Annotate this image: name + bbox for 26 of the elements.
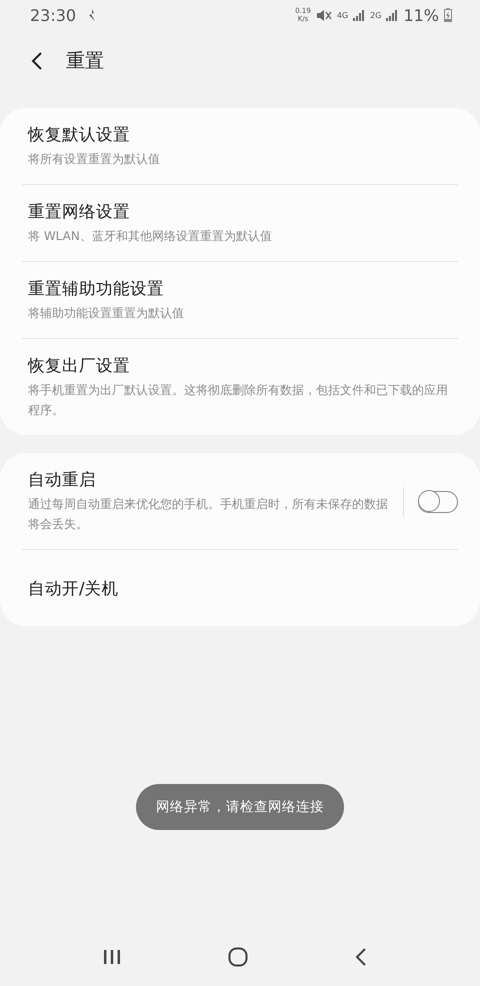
network-type: 2G bbox=[370, 10, 382, 20]
setting-description: 将辅助功能设置重置为默认值 bbox=[28, 305, 185, 322]
setting-description: 将所有设置重置为默认值 bbox=[28, 151, 161, 168]
setting-title[interactable]: 重置辅助功能设置 bbox=[28, 278, 458, 300]
signal-icon bbox=[386, 9, 398, 21]
setting-title[interactable]: 重置网络设置 bbox=[28, 201, 458, 223]
setting-description: 将 WLAN、蓝牙和其他网络设置重置为默认值 bbox=[28, 228, 273, 245]
back-icon[interactable] bbox=[30, 51, 44, 71]
setting-title[interactable]: 自动重启 bbox=[28, 469, 391, 491]
signal-icon bbox=[353, 9, 366, 21]
setting-description: 将手机重置为出厂默认设置。这将彻底删除所有数据，包括文件和已下载的应用程序。 bbox=[28, 382, 449, 419]
back-nav-icon[interactable] bbox=[354, 948, 367, 966]
mute-icon bbox=[316, 8, 332, 22]
page-title: 重置 bbox=[66, 49, 104, 74]
recent-apps-icon[interactable] bbox=[103, 949, 122, 965]
battery-icon bbox=[444, 8, 452, 22]
setting-title[interactable]: 恢复默认设置 bbox=[28, 124, 458, 146]
setting-title[interactable]: 恢复出厂设置 bbox=[28, 355, 458, 377]
network-type: 4G bbox=[336, 10, 348, 20]
toggle-switch[interactable] bbox=[418, 490, 458, 512]
home-icon[interactable] bbox=[228, 947, 248, 967]
toast-message: 网络异常，请检查网络连接 bbox=[136, 784, 344, 830]
setting-title[interactable]: 自动开/关机 bbox=[28, 578, 458, 600]
setting-description: 通过每周自动重启来优化您的手机。手机重启时，所有未保存的数据将会丢失。 bbox=[28, 496, 389, 533]
status-time: 23:30 bbox=[30, 6, 76, 24]
battery-percent: 11% bbox=[403, 6, 439, 24]
